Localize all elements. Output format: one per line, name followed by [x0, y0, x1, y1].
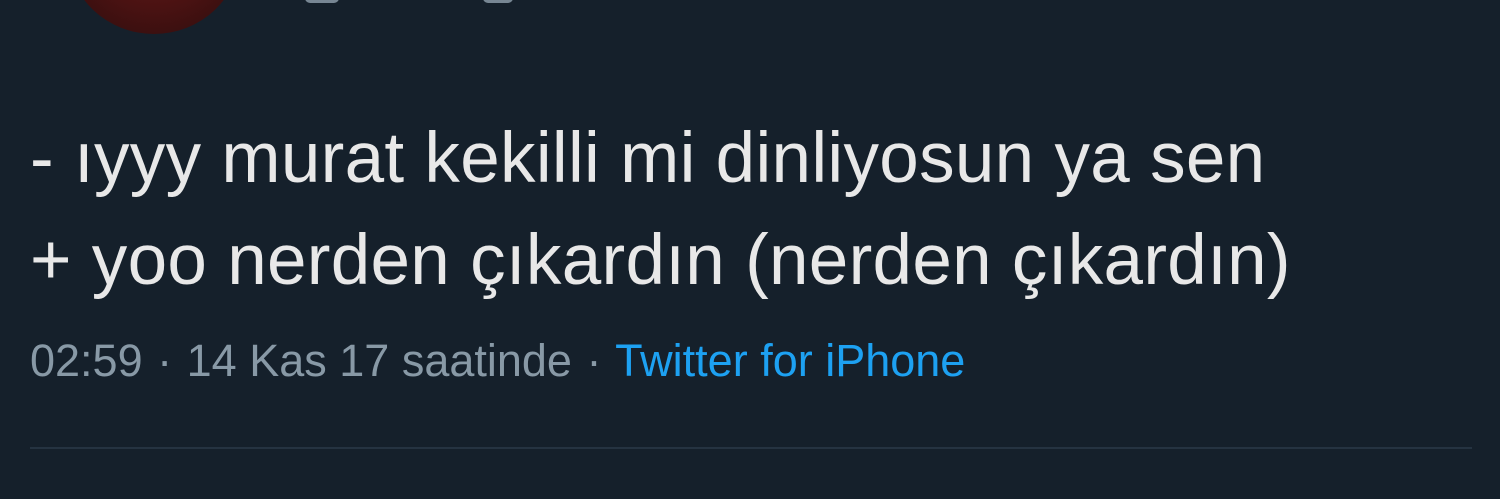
meta-separator: · — [157, 335, 173, 386]
tweet-text-line-1: - ıyyy murat kekilli mi dinliyosun ya se… — [30, 119, 1266, 198]
tweet-text-line-2: + yoo nerden çıkardın (nerden çıkardın) — [30, 221, 1291, 300]
tweet-meta: 02:59 · 14 Kas 17 saatinde · Twitter for… — [30, 333, 965, 389]
tweet-text: - ıyyy murat kekilli mi dinliyosun ya se… — [30, 108, 1470, 312]
meta-separator: · — [586, 335, 602, 386]
avatar[interactable] — [68, 0, 240, 34]
tweet: - ıyyy murat kekilli mi dinliyosun ya se… — [0, 0, 1500, 499]
tweet-source-link[interactable]: Twitter for iPhone — [615, 335, 965, 386]
tweet-date[interactable]: 14 Kas 17 saatinde — [187, 335, 572, 386]
divider — [30, 447, 1472, 449]
author-name-cropped[interactable] — [305, 0, 515, 6]
tweet-time[interactable]: 02:59 — [30, 335, 143, 386]
